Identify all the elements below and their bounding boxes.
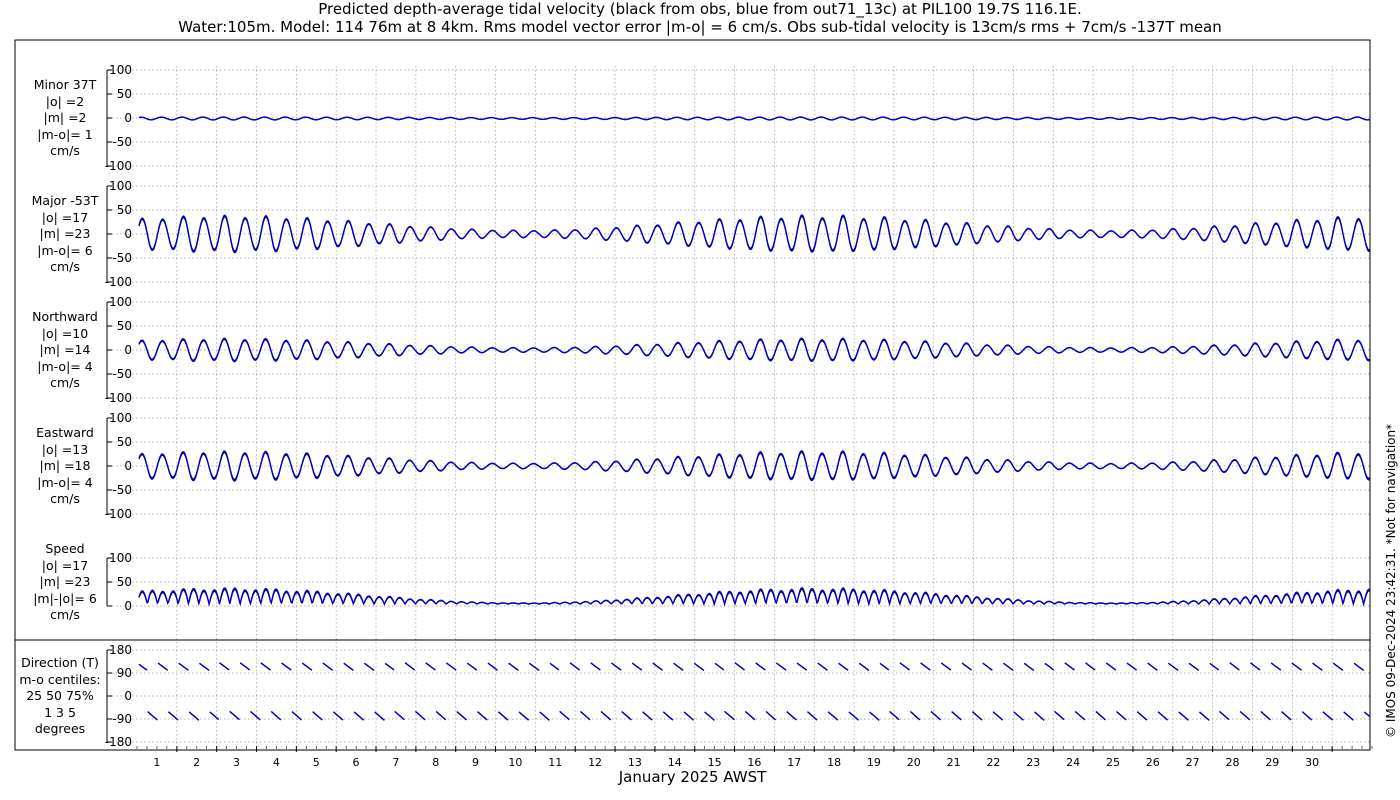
panel-label-line: |o| =17 [41,209,89,225]
y-tick-label: -100 [105,159,132,173]
panel-label-direction: Direction (T) m-o centiles: 25 50 75% 1 3 5… [5,655,115,738]
panel-label-line: Direction (T) [21,655,99,670]
panel-label-line: |o| =10 [41,325,89,341]
panel-label-line: |m-o|= 1 [37,126,93,142]
panel-label-speed: Speed |o| =17 |m| =23 |m|-|o|= 6 cm/s [10,541,120,624]
panel-label-line: |o| =17 [41,557,89,573]
panel-label-line: 1 3 5 [44,704,76,720]
panel-label-line: |m-o|= 4 [37,358,93,374]
panel-label-line: |m| =23 [39,226,91,241]
panel-label-line: Northward [32,309,98,324]
y-tick-label: 100 [109,179,132,193]
direction-model-series [138,662,1371,721]
chart-canvas: 1 2 3 4 5 6 7 8 9 10 11 12 13 14 15 16 17 18 19 20 21 22 23 24 2… [14,39,1373,769]
speed-model-series [138,586,1371,607]
panel-label-line: m-o centiles: [19,671,101,687]
panel-label-line: Major -53T [31,193,99,208]
y-tick-label: 0 [124,227,132,241]
panel-label-line: |m|-|o|= 6 [33,590,97,606]
panel-label-line: |o| =13 [41,441,89,457]
y-tick-label: -100 [105,507,132,521]
y-tick-label: -90 [112,712,132,726]
panel-label-line: |m| =2 [43,110,87,125]
y-tick-label: -100 [105,391,132,405]
panel-label-line: degrees [34,721,86,736]
y-tick-label: 0 [124,599,132,613]
panel-label-line: cm/s [50,491,80,506]
y-tick-label: 100 [109,295,132,309]
direction-frame [14,639,1371,751]
y-tick-label: 0 [124,689,132,703]
y-tick-label: 0 [124,343,132,357]
y-tick-label: 100 [109,411,132,425]
panel-label-line: |m| =14 [39,342,91,357]
panel-label-line: |m-o|= 4 [37,474,93,490]
panel-label-line: cm/s [50,375,80,390]
copyright-notice: © IMOS 09-Dec-2024 23:42:31. *Not for na… [1384,423,1398,738]
panel-label-line: |o| =2 [45,93,85,109]
panel-label-line: 25 50 75% [26,688,94,703]
panel-label-line: cm/s [50,143,80,158]
panel-label-north: Northward |o| =10 |m| =14 |m-o|= 4 cm/s [10,309,120,392]
direction-obs-series [138,662,1371,721]
panel-label-line: |m| =18 [39,458,91,473]
panel-label-line: cm/s [50,259,80,274]
panel-label-line: Speed [45,541,85,556]
y-tick-label: 100 [109,63,132,77]
minor-model-series [138,116,1371,121]
y-tick-label: -100 [105,275,132,289]
panel-label-line: Minor 37T [33,77,97,92]
y-tick-label: 0 [124,111,132,125]
panel-label-line: Eastward [36,425,94,440]
panel-label-major: Major -53T |o| =17 |m| =23 |m-o|= 6 cm/s [10,193,120,276]
panel-label-line: |m-o|= 6 [37,242,93,258]
panel-label-line: cm/s [50,607,80,622]
y-tick-label: 0 [124,459,132,473]
panel-label-east: Eastward |o| =13 |m| =18 |m-o|= 4 cm/s [10,425,120,508]
x-axis-label: January 2025 AWST [618,768,767,786]
main-frame [14,39,1371,641]
y-tick-label: 90 [117,666,132,680]
panel-label-minor: Minor 37T |o| =2 |m| =2 |m-o|= 1 cm/s [10,77,120,160]
panel-label-line: |m| =23 [39,574,91,589]
